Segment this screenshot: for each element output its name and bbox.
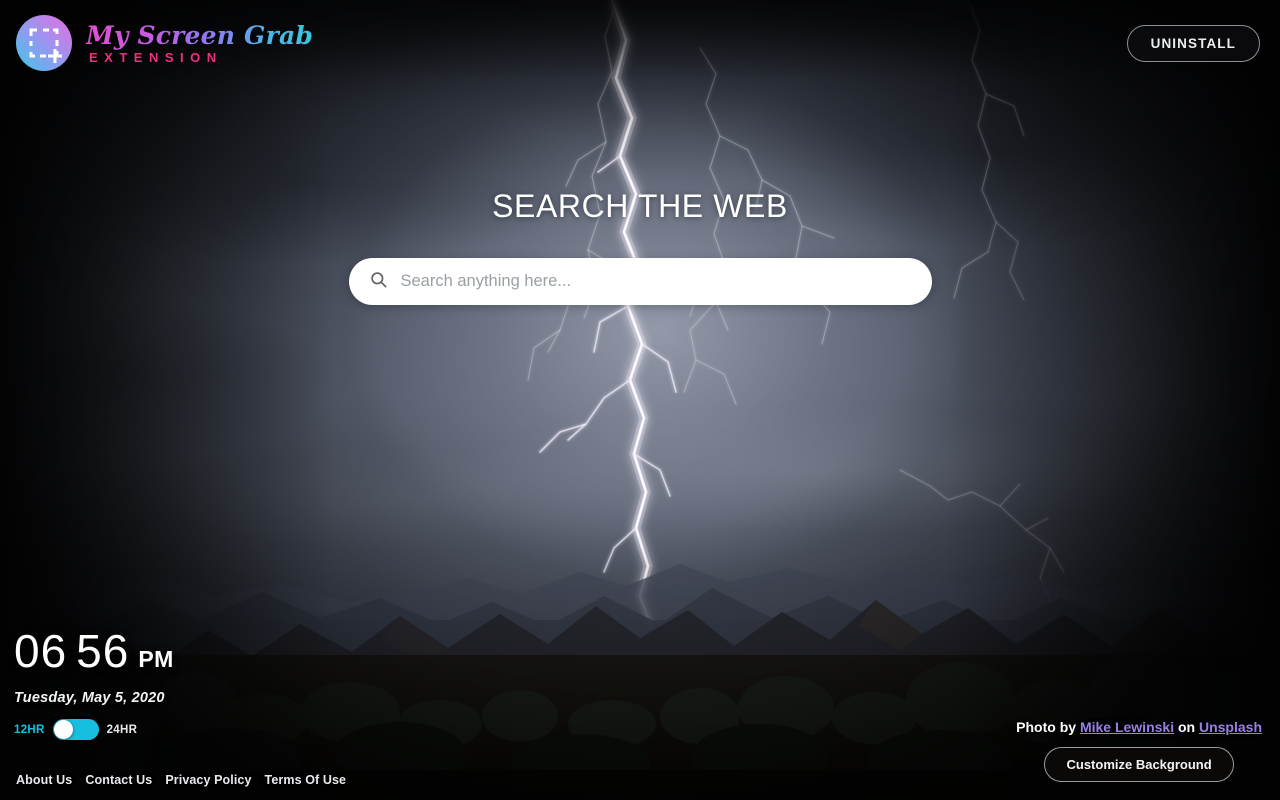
brand-title: My Screen Grab <box>86 20 314 50</box>
search-bar[interactable] <box>348 258 932 305</box>
search-icon <box>369 270 388 294</box>
page-title: SEARCH THE WEB <box>492 188 788 224</box>
uninstall-button[interactable]: UNINSTALL <box>1126 24 1260 62</box>
toggle-label-24hr[interactable]: 24HR <box>107 724 138 736</box>
clock-widget: 06 56 PM Tuesday, May 5, 2020 12HR 24HR <box>14 628 174 740</box>
page-header: My Screen Grab EXTENSION UNINSTALL <box>0 0 1280 86</box>
footer-links: About Us Contact Us Privacy Policy Terms… <box>16 773 346 787</box>
attribution-prefix: Photo by <box>1016 719 1077 735</box>
footer-link-about-us[interactable]: About Us <box>16 773 72 787</box>
search-section: SEARCH THE WEB <box>0 188 1280 305</box>
attribution-section: Photo by Mike Lewinski on Unsplash Custo… <box>1016 719 1262 782</box>
footer-link-terms-of-use[interactable]: Terms Of Use <box>265 773 347 787</box>
clock-time: 06 56 PM <box>14 628 174 674</box>
photographer-link[interactable]: Mike Lewinski <box>1080 719 1174 735</box>
clock-date: Tuesday, May 5, 2020 <box>14 690 165 706</box>
brand-subtitle: EXTENSION <box>89 49 223 65</box>
wallpaper-background <box>0 0 1280 800</box>
attribution-middle: on <box>1177 719 1196 735</box>
clock-minutes: 56 <box>76 625 130 677</box>
footer-link-contact-us[interactable]: Contact Us <box>85 773 152 787</box>
customize-background-button[interactable]: Customize Background <box>1044 747 1234 782</box>
brand-logo[interactable]: My Screen Grab EXTENSION <box>14 13 313 73</box>
photo-attribution: Photo by Mike Lewinski on Unsplash <box>1016 719 1262 735</box>
vignette-overlay <box>0 0 1280 800</box>
source-link[interactable]: Unsplash <box>1199 719 1262 735</box>
clock-hours: 06 <box>14 625 68 677</box>
footer-link-privacy-policy[interactable]: Privacy Policy <box>165 773 251 787</box>
clock-meridiem: PM <box>138 646 174 672</box>
toggle-knob <box>53 720 73 739</box>
search-input[interactable] <box>400 272 912 291</box>
toggle-label-12hr[interactable]: 12HR <box>14 724 45 736</box>
time-format-toggle[interactable] <box>52 719 99 740</box>
crop-frame-plus-icon <box>14 13 74 73</box>
time-format-toggle-row: 12HR 24HR <box>14 719 174 740</box>
